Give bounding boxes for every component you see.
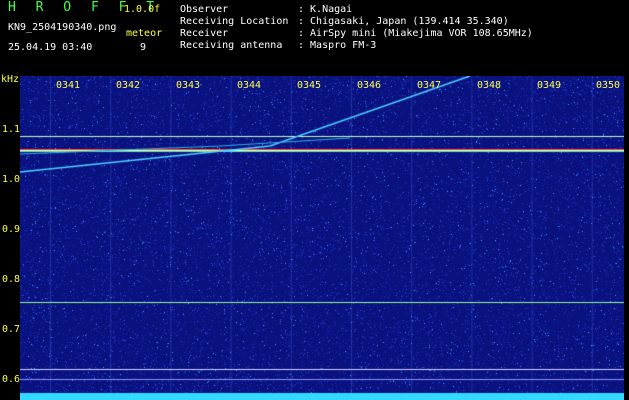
y-tick-label: 0.8 (2, 274, 21, 285)
x-tick-label: 0345 (297, 80, 322, 91)
x-tick-label: 0346 (357, 80, 382, 91)
y-tick-label: 1.0 (2, 174, 21, 185)
x-tick-label: 0348 (477, 80, 502, 91)
observer-label: Observer (180, 4, 229, 15)
antenna-label: Receiving antenna (180, 40, 283, 51)
meteor-count: 9 (140, 42, 147, 53)
spectrogram-plot (20, 76, 624, 400)
x-tick-label: 0342 (116, 80, 141, 91)
header-panel: H R O F F T 1.0.0f KN9_2504190340.png me… (0, 0, 629, 74)
y-tick-label: 1.1 (2, 124, 21, 135)
x-tick-label: 0349 (537, 80, 562, 91)
location-value: : Chigasaki, Japan (139.414 35.340) (298, 16, 509, 27)
receiver-value: : AirSpy mini (Miakejima VOR 108.65MHz) (298, 28, 533, 39)
observer-value: : K.Nagai (298, 4, 353, 15)
y-tick-label: 0.7 (2, 324, 21, 335)
spectrogram-canvas (20, 76, 624, 400)
antenna-value: : Maspro FM-3 (298, 40, 377, 51)
axis-unit-label: kHz (1, 74, 20, 85)
location-label: Receiving Location (180, 16, 289, 27)
receiver-label: Receiver (180, 28, 229, 39)
x-tick-label: 0341 (56, 80, 81, 91)
x-tick-label: 0344 (237, 80, 262, 91)
x-tick-label: 0350 (596, 80, 621, 91)
y-tick-label: 0.6 (2, 374, 21, 385)
app-version: 1.0.0f (124, 4, 161, 15)
y-tick-label: 0.9 (2, 224, 21, 235)
x-tick-label: 0343 (176, 80, 201, 91)
datetime-label: 25.04.19 03:40 (8, 42, 93, 53)
meteor-label: meteor (126, 28, 163, 39)
x-tick-label: 0347 (417, 80, 442, 91)
filename-label: KN9_2504190340.png (8, 22, 117, 33)
